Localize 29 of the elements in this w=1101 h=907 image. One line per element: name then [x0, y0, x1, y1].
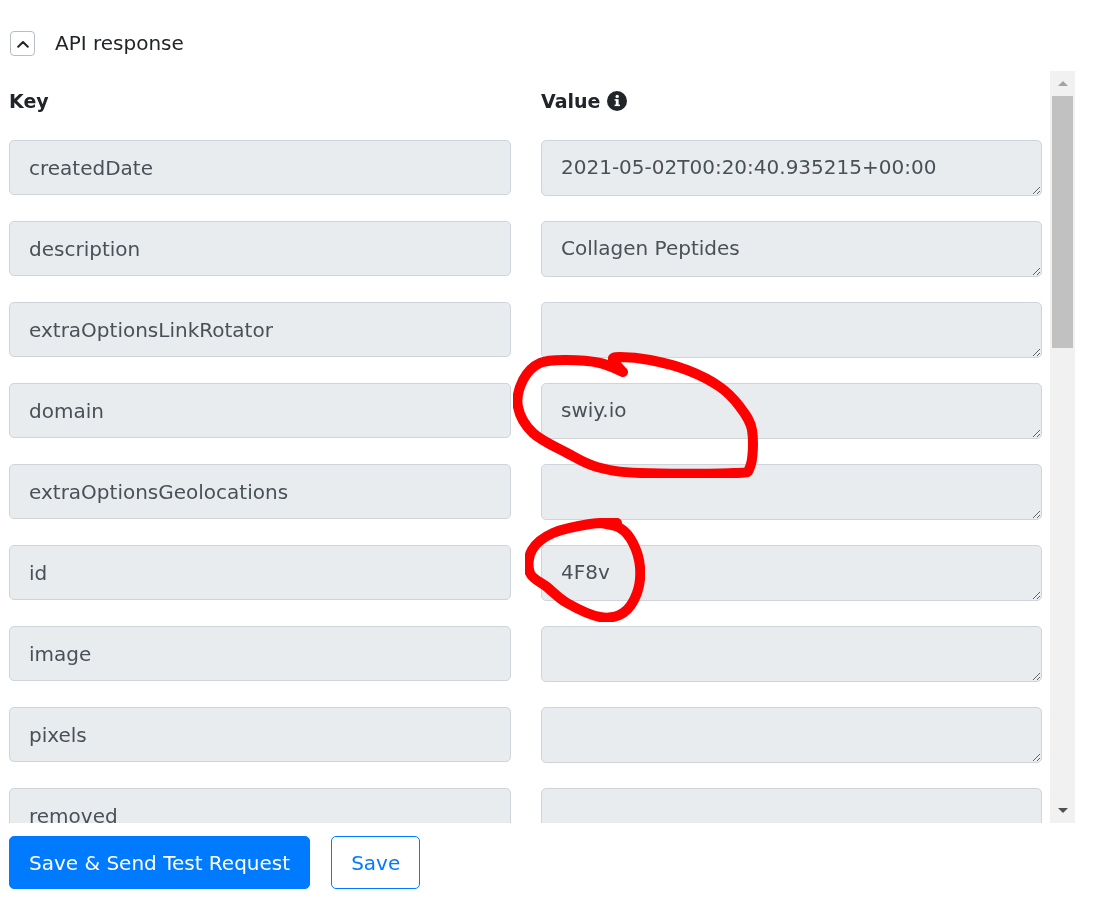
scroll-up-arrow-icon[interactable] [1057, 81, 1068, 86]
value-field[interactable] [541, 464, 1042, 520]
value-field[interactable] [541, 302, 1042, 358]
value-field[interactable]: 4F8v [541, 545, 1042, 601]
section-title: API response [55, 31, 184, 56]
key-field[interactable]: domain [9, 383, 511, 438]
key-field[interactable]: image [9, 626, 511, 681]
scroll-down-arrow-icon[interactable] [1057, 808, 1068, 813]
key-field[interactable]: extraOptionsLinkRotator [9, 302, 511, 357]
value-field[interactable]: Collagen Peptides [541, 221, 1042, 277]
scrollbar-thumb[interactable] [1052, 96, 1073, 348]
key-field[interactable]: extraOptionsGeolocations [9, 464, 511, 519]
value-field[interactable]: 2021-05-02T00:20:40.935215+00:00 [541, 140, 1042, 196]
key-field[interactable]: description [9, 221, 511, 276]
send-test-request-button[interactable]: Save & Send Test Request [9, 836, 311, 889]
key-field[interactable]: removed [9, 788, 511, 823]
scrollbar[interactable] [1050, 71, 1075, 823]
key-field[interactable]: id [9, 545, 511, 600]
column-header: Key [9, 89, 49, 113]
value-field[interactable] [541, 626, 1042, 682]
collapse-button[interactable] [10, 31, 35, 56]
info-icon[interactable] [607, 91, 628, 111]
value-field[interactable]: swiy.io [541, 383, 1042, 439]
save-button[interactable]: Save [331, 836, 421, 889]
value-field[interactable] [541, 707, 1042, 763]
caret-icon [16, 39, 29, 48]
key-field[interactable]: pixels [9, 707, 511, 762]
key-field[interactable]: createdDate [9, 140, 511, 195]
column-header: Value [541, 89, 601, 113]
